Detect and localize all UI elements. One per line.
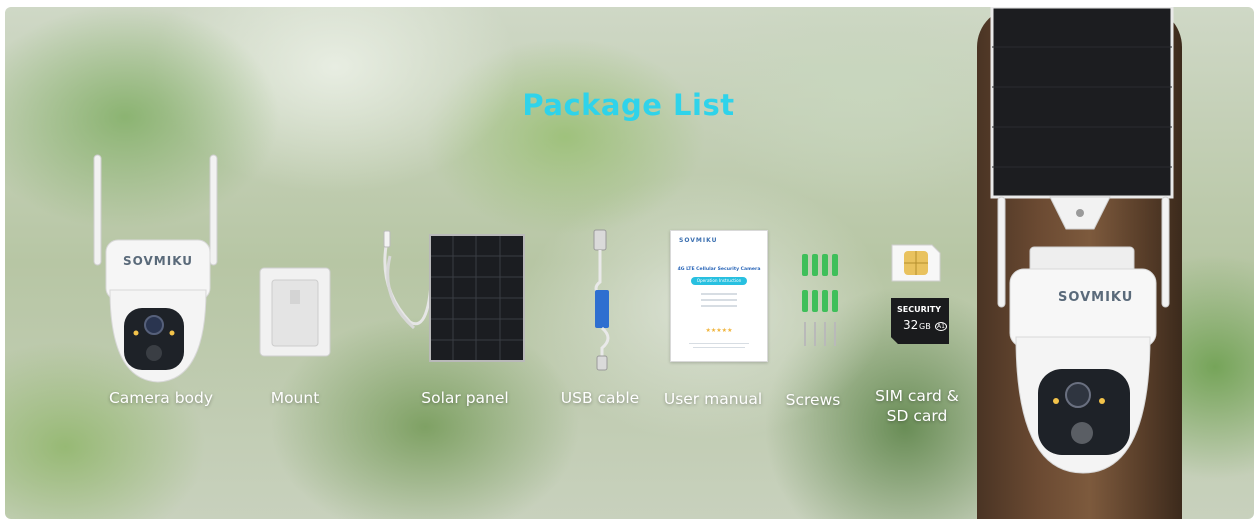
item-label-sim-sd-line2: SD card xyxy=(886,407,948,425)
camera-brand-logo: SOVMIKU xyxy=(123,254,194,268)
manual-brand: SOVMIKU xyxy=(679,237,718,244)
sd-card-unit: GB xyxy=(919,322,931,331)
mounted-camera-brand-logo: SOVMIKU xyxy=(1058,290,1134,305)
mounted-camera-image xyxy=(990,7,1174,474)
sd-card-security-text: SECURITY xyxy=(897,305,941,314)
manual-heading: 4G LTE Cellular Security Camera xyxy=(677,267,761,272)
sd-card-capacity: 32 xyxy=(903,318,919,332)
sim-card-image xyxy=(891,244,941,282)
item-label-sim-sd-line1: SIM card & xyxy=(875,387,959,405)
user-manual-image: SOVMIKU 4G LTE Cellular Security Camera … xyxy=(670,230,768,362)
mount-image xyxy=(259,267,331,357)
manual-stars: ★★★★★ xyxy=(705,327,733,334)
usb-cable-image xyxy=(593,229,610,371)
item-label-camera-body: Camera body xyxy=(108,389,214,407)
sd-card-image: SECURITY 32 GB A1 xyxy=(891,298,949,344)
item-label-usb-cable: USB cable xyxy=(560,389,640,407)
sd-card-class: A1 xyxy=(935,322,947,331)
item-label-mount: Mount xyxy=(270,389,320,407)
item-label-user-manual: User manual xyxy=(663,390,763,408)
item-label-screws: Screws xyxy=(785,391,841,409)
manual-badge: Operation Instruction xyxy=(691,277,747,285)
screws-image xyxy=(802,254,838,346)
solar-panel-image xyxy=(383,230,525,362)
item-label-solar-panel: Solar panel xyxy=(421,389,509,407)
